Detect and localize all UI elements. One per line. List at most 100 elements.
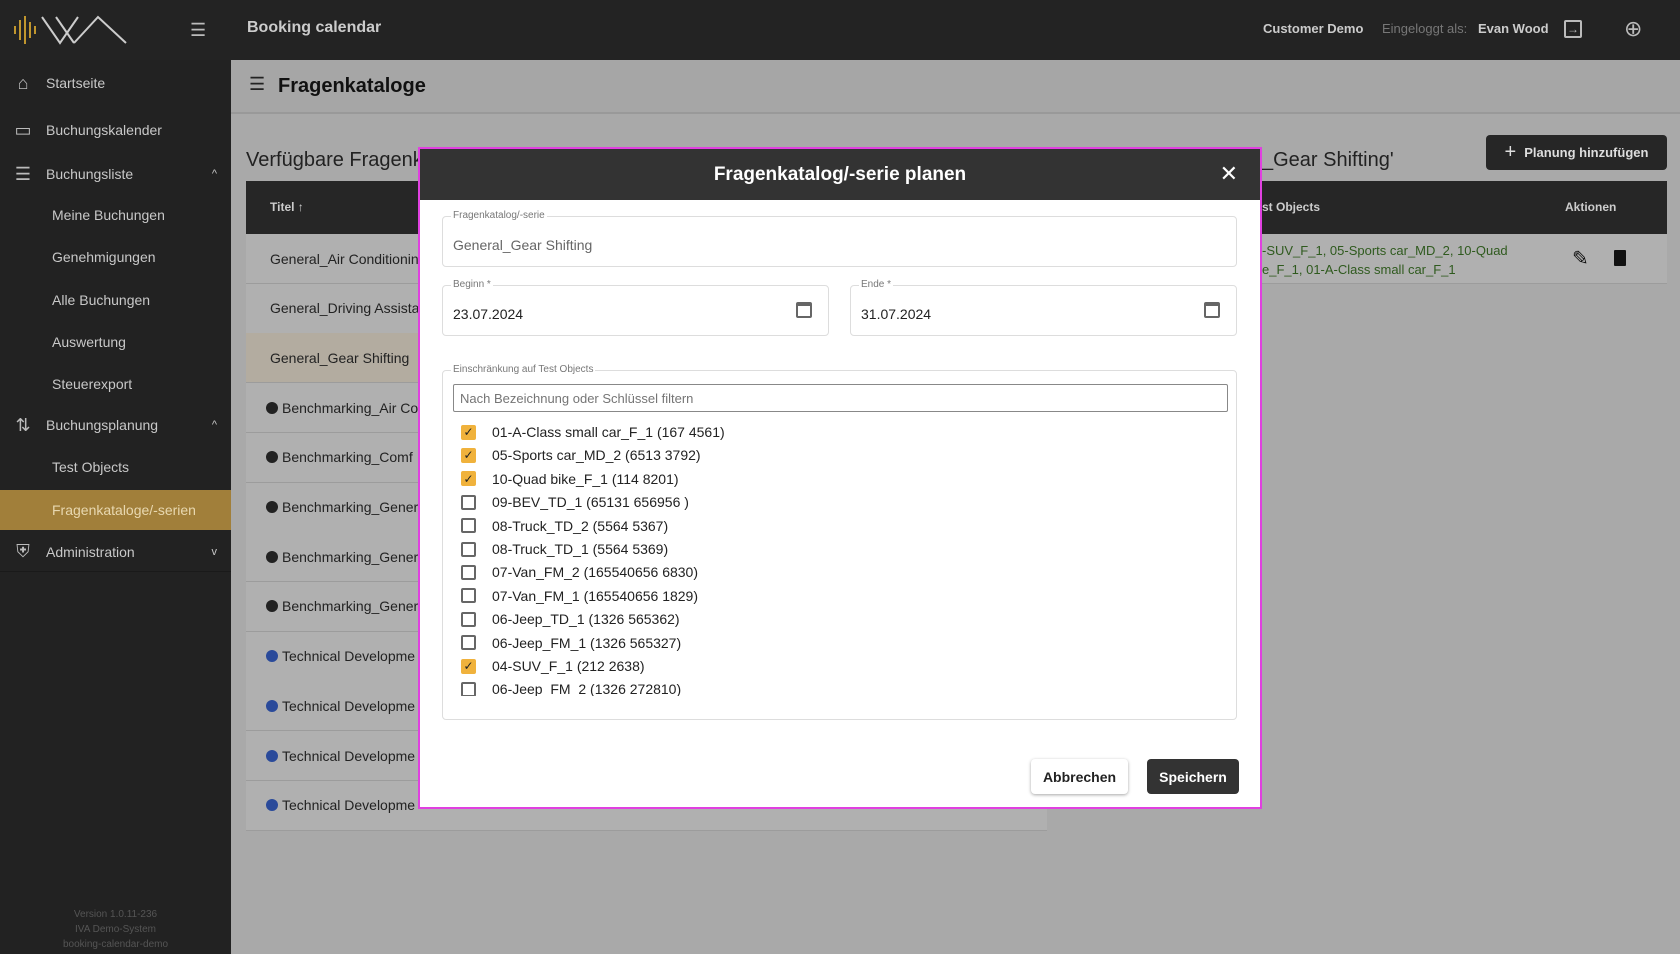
test-object-option[interactable]: 09-BEV_TD_1 (65131 656956 ) [461, 491, 689, 513]
sort-asc-icon[interactable]: ↑ [298, 200, 304, 214]
sidebar-item-meine-buchungen[interactable]: Meine Buchungen [0, 195, 231, 235]
sidebar-item-test-objects[interactable]: Test Objects [0, 447, 231, 487]
checkbox[interactable] [461, 611, 476, 627]
test-object-option[interactable]: ✓ 04-SUV_F_1 (212 2638) [461, 655, 645, 677]
right-heading: _Gear Shifting' [1262, 149, 1394, 171]
checkbox[interactable] [461, 494, 476, 510]
option-label: 07-Van_FM_2 (165540656 6830) [492, 564, 699, 581]
filter-input[interactable] [453, 384, 1228, 412]
field-value: 31.07.2024 [861, 306, 932, 322]
test-objects-cell: -SUV_F_1, 05-Sports car_MD_2, 10-Quad e_F… [1262, 241, 1508, 279]
logged-in-label: Eingeloggt als: [1382, 21, 1468, 36]
catalog-field: Fragenkatalog/-serie General_Gear Shifti… [442, 210, 1237, 267]
status-dot-icon [266, 799, 278, 812]
sidebar-item-buchungsplanung[interactable]: ⇅ Buchungsplanung ^ [0, 405, 231, 445]
globe-icon[interactable]: ⊕ [1624, 16, 1642, 42]
checkbox[interactable] [461, 518, 476, 534]
sidebar-item-label: Alle Buchungen [52, 292, 151, 308]
collapse-menu-icon[interactable]: ☰ [190, 20, 206, 41]
calendar-icon: ▭ [14, 119, 32, 140]
checkbox[interactable] [461, 681, 476, 696]
checkbox[interactable] [461, 635, 476, 651]
group-label: Einschränkung auf Test Objects [451, 364, 596, 375]
sidebar-item-label: Administration [46, 543, 135, 560]
page-title-bar: ☰ Fragenkataloge [231, 60, 1680, 114]
row-title: Benchmarking_Gener [282, 548, 419, 565]
test-object-option[interactable]: 08-Truck_TD_1 (5564 5369) [461, 538, 668, 560]
sidebar: ⌂ Startseite ▭ Buchungskalender ☰ Buchungsl… [0, 60, 231, 954]
checkbox[interactable]: ✓ [461, 447, 476, 463]
checkbox[interactable]: ✓ [461, 471, 476, 487]
sidebar-item-label: Buchungskalender [46, 122, 162, 138]
field-value: General_Gear Shifting [453, 237, 593, 253]
column-aktionen: Aktionen [1565, 200, 1617, 214]
sidebar-item-genehmigungen[interactable]: Genehmigungen [0, 237, 231, 277]
calendar-icon[interactable] [796, 302, 812, 318]
test-objects-list[interactable]: ✓ 01-A-Class small car_F_1 (167 4561) ✓ 05-… [443, 421, 1233, 696]
row-title: Benchmarking_Gener [282, 499, 419, 515]
version-text: Version 1.0.11-236 [73, 909, 158, 920]
option-label: 08-Truck_TD_1 (5564 5369) [492, 541, 669, 557]
cancel-button[interactable]: Abbrechen [1031, 759, 1128, 794]
logout-icon[interactable]: → [1564, 20, 1582, 38]
sidebar-item-fragenkataloge[interactable]: Fragenkataloge/-serien [0, 490, 231, 530]
option-label: 07-Van_FM_1 (165540656 1829) [492, 587, 699, 604]
test-objects-group: Einschränkung auf Test Objects ✓ 01-A-Cla… [442, 364, 1237, 720]
start-date-field[interactable]: Beginn * 23.07.2024 [442, 279, 829, 336]
sidebar-item-label: Buchungsliste [46, 166, 134, 182]
shield-icon: ⛨ [16, 541, 30, 561]
test-object-option[interactable]: ✓ 10-Quad bike_F_1 (114 8201) [461, 468, 679, 490]
checkbox[interactable]: ✓ [461, 424, 476, 440]
add-planning-button[interactable]: + Planung hinzufügen [1486, 135, 1667, 170]
checkbox[interactable] [461, 541, 476, 557]
option-label: 08-Truck_TD_2 (5564 5367) [492, 517, 669, 534]
option-label: 10-Quad bike_F_1 (114 8201) [492, 470, 679, 487]
test-object-option[interactable]: 08-Truck_TD_2 (5564 5367) [461, 515, 668, 537]
plus-icon: + [1504, 141, 1517, 163]
sidebar-item-administration[interactable]: ⛨ Administration v [0, 532, 231, 572]
objects-line: e_F_1, 01-A-Class small car_F_1 [1262, 262, 1456, 277]
option-label: 04-SUV_F_1 (212 2638) [492, 658, 645, 674]
sidebar-item-startseite[interactable]: ⌂ Startseite [0, 63, 231, 103]
checkbox[interactable]: ✓ [461, 658, 476, 674]
row-title: Technical Developme [282, 648, 416, 665]
sidebar-item-buchungsliste[interactable]: ☰ Buchungsliste ^ [0, 154, 231, 194]
close-icon[interactable]: ✕ [1220, 161, 1238, 187]
test-object-option[interactable]: 07-Van_FM_2 (165540656 6830) [461, 561, 698, 583]
sidebar-item-label: Fragenkataloge/-serien [52, 502, 196, 518]
sidebar-item-label: Steuerexport [52, 376, 133, 392]
status-dot-icon [266, 749, 278, 762]
sidebar-item-auswertung[interactable]: Auswertung [0, 322, 231, 362]
field-value: 23.07.2024 [453, 306, 524, 322]
checkbox[interactable] [461, 588, 476, 604]
option-label: 01-A-Class small car_F_1 (167 4561) [492, 424, 725, 440]
row-title: Benchmarking_Gener [282, 598, 419, 615]
end-date-field[interactable]: Ende * 31.07.2024 [850, 279, 1237, 336]
chevron-up-icon: ^ [211, 168, 217, 180]
test-object-option[interactable]: 07-Van_FM_1 (165540656 1829) [461, 585, 698, 607]
delete-icon[interactable] [1614, 250, 1626, 266]
option-label: 09-BEV_TD_1 (65131 656956 ) [492, 494, 689, 511]
test-object-option[interactable]: 06-Jeep_FM_2 (1326 272810) [461, 678, 681, 696]
sidebar-item-steuerexport[interactable]: Steuerexport [0, 364, 231, 404]
save-button[interactable]: Speichern [1147, 759, 1239, 794]
field-label: Beginn * [451, 279, 493, 290]
column-title[interactable]: Titel [270, 200, 294, 214]
status-dot-icon [266, 600, 278, 613]
test-object-option[interactable]: 06-Jeep_FM_1 (1326 565327) [461, 632, 681, 654]
sidebar-item-alle-buchungen[interactable]: Alle Buchungen [0, 280, 231, 320]
sidebar-item-buchungskalender[interactable]: ▭ Buchungskalender [0, 110, 231, 150]
status-dot-icon [266, 699, 278, 712]
version-info: Version 1.0.11-236 IVA Demo-System booki… [0, 907, 231, 952]
plan-catalog-dialog: Fragenkatalog/-serie planen ✕ Fragenkata… [418, 147, 1262, 809]
page-title: Fragenkataloge [278, 75, 426, 97]
test-object-option[interactable]: ✓ 01-A-Class small car_F_1 (167 4561) [461, 421, 725, 443]
status-dot-icon [266, 401, 278, 414]
edit-icon[interactable]: ✎ [1572, 246, 1589, 271]
calendar-icon[interactable] [1204, 302, 1220, 318]
checkbox[interactable] [461, 564, 476, 580]
planning-icon: ⇅ [15, 414, 31, 435]
home-icon: ⌂ [17, 72, 29, 93]
test-object-option[interactable]: ✓ 05-Sports car_MD_2 (6513 3792) [461, 444, 701, 466]
test-object-option[interactable]: 06-Jeep_TD_1 (1326 565362) [461, 608, 680, 630]
